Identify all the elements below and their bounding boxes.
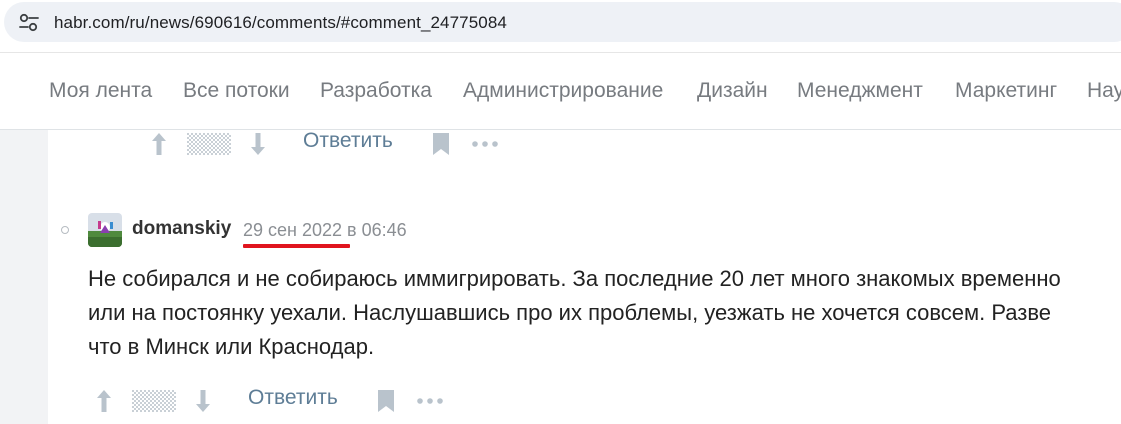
nav-item-science[interactable]: Нау — [1087, 79, 1121, 103]
score-placeholder — [187, 133, 231, 155]
comment-text: Не собирался и не собираюсь иммигрироват… — [88, 266, 1061, 359]
arrow-up-icon[interactable] — [150, 131, 168, 157]
comment-actions: Ответить — [93, 386, 453, 420]
url-text[interactable]: habr.com/ru/news/690616/comments/#commen… — [54, 13, 507, 33]
nav-item-development[interactable]: Разработка — [320, 79, 432, 103]
page: habr.com/ru/news/690616/comments/#commen… — [0, 0, 1121, 424]
bookmark-icon[interactable] — [432, 132, 450, 156]
arrow-up-icon[interactable] — [95, 388, 113, 414]
more-icon[interactable] — [417, 398, 443, 404]
comment-author[interactable]: domanskiy — [132, 218, 231, 240]
bookmark-icon[interactable] — [377, 389, 395, 413]
tune-icon[interactable] — [18, 13, 40, 33]
nav-item-management[interactable]: Менеджмент — [797, 79, 923, 103]
nav-item-administration[interactable]: Администрирование — [463, 79, 663, 103]
nav-item-design[interactable]: Дизайн — [697, 79, 768, 103]
arrow-down-icon[interactable] — [194, 388, 212, 414]
reply-button[interactable]: Ответить — [248, 386, 338, 410]
nav-item-my-feed[interactable]: Моя лента — [49, 79, 152, 103]
reply-button[interactable]: Ответить — [303, 129, 393, 153]
previous-comment-actions: Ответить — [148, 129, 508, 163]
nav-item-all-streams[interactable]: Все потоки — [183, 79, 290, 103]
left-gutter — [0, 130, 48, 424]
site-nav: Моя лента Все потоки Разработка Админист… — [0, 52, 1121, 130]
comment-bullet — [61, 226, 69, 234]
arrow-down-icon[interactable] — [249, 131, 267, 157]
comment-timestamp[interactable]: 29 сен 2022 в 06:46 — [243, 220, 407, 241]
avatar[interactable] — [88, 213, 122, 247]
highlight-underline — [243, 244, 350, 248]
nav-item-marketing[interactable]: Маркетинг — [955, 79, 1057, 103]
address-bar: habr.com/ru/news/690616/comments/#commen… — [0, 0, 1121, 44]
score-placeholder — [132, 390, 176, 412]
url-field[interactable]: habr.com/ru/news/690616/comments/#commen… — [4, 2, 1121, 42]
more-icon[interactable] — [472, 141, 498, 147]
